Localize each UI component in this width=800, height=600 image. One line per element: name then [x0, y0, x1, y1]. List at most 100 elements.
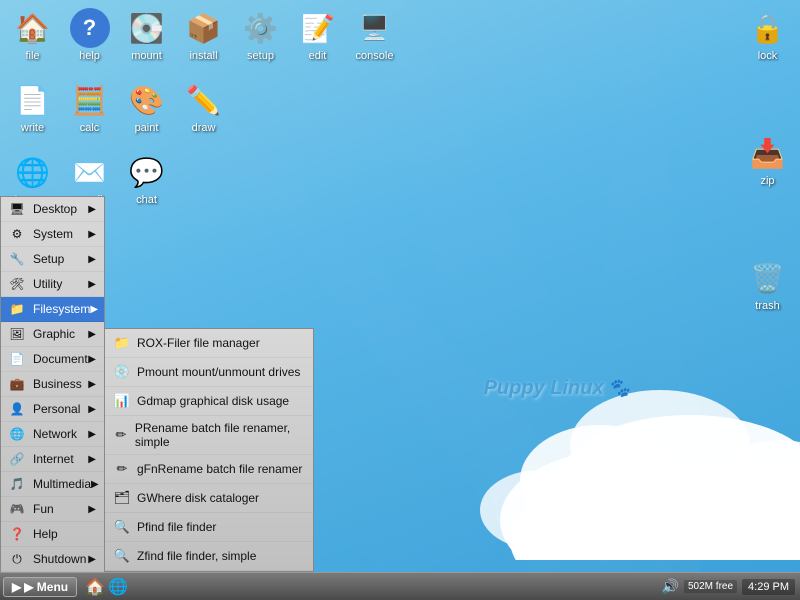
- console-label: console: [356, 50, 394, 62]
- menu-item-desktop[interactable]: 🖥 Desktop ▶: [1, 197, 104, 222]
- submenu-prename[interactable]: ✏ PRename batch file renamer, simple: [105, 416, 313, 455]
- shutdown-menu-icon: ⏻: [9, 551, 25, 567]
- icon-chat[interactable]: 💬 chat: [119, 149, 174, 209]
- desktop-arrow-icon: ▶: [88, 204, 96, 215]
- start-menu-label: ▶ Menu: [24, 580, 68, 594]
- icon-help[interactable]: ? help: [62, 5, 117, 65]
- submenu-gwhere[interactable]: 🗂 GWhere disk cataloger: [105, 484, 313, 513]
- submenu-rox-filer[interactable]: 📁 ROX-Filer file manager: [105, 329, 313, 358]
- draw-label: draw: [192, 122, 216, 134]
- menu-item-network[interactable]: 🌐 Network ▶: [1, 422, 104, 447]
- email-icon: ✉️: [70, 152, 110, 192]
- internet-menu-label: Internet: [33, 452, 74, 466]
- menu-item-internet[interactable]: 🔗 Internet ▶: [1, 447, 104, 472]
- right-icon-panel: 🔒 lock 📥 zip 🗑️ trash: [735, 0, 800, 320]
- puppy-linux-logo: Puppy Linux 🐾: [484, 377, 630, 400]
- pmount-label: Pmount mount/unmount drives: [137, 365, 300, 379]
- gwhere-label: GWhere disk cataloger: [137, 491, 259, 505]
- menu-item-business[interactable]: 💼 Business ▶: [1, 372, 104, 397]
- icon-console[interactable]: 🖥️ console: [347, 5, 402, 65]
- menu-item-setup[interactable]: 🔧 Setup ▶: [1, 247, 104, 272]
- help-menu-label: Help: [33, 527, 58, 541]
- system-clock: 4:29 PM: [742, 579, 795, 595]
- clouds: [340, 280, 800, 560]
- menu-item-personal[interactable]: 👤 Personal ▶: [1, 397, 104, 422]
- edit-icon: 📝: [298, 8, 338, 48]
- zfind-label: Zfind file finder, simple: [137, 549, 256, 563]
- menu-item-graphic[interactable]: 🖼 Graphic ▶: [1, 322, 104, 347]
- submenu-gfnrename[interactable]: ✏ gFnRename batch file renamer: [105, 455, 313, 484]
- menu-item-multimedia[interactable]: 🎵 Multimedia ▶: [1, 472, 104, 497]
- internet-menu-icon: 🔗: [9, 451, 25, 467]
- fun-menu-label: Fun: [33, 502, 54, 516]
- menu-item-help[interactable]: ❓ Help: [1, 522, 104, 547]
- icon-setup[interactable]: ⚙️ setup: [233, 5, 288, 65]
- menu-item-utility[interactable]: 🛠 Utility ▶: [1, 272, 104, 297]
- multimedia-menu-label: Multimedia: [33, 477, 91, 491]
- start-menu-button[interactable]: ▶ ▶ Menu: [3, 577, 77, 597]
- submenu-gdmap[interactable]: 📊 Gdmap graphical disk usage: [105, 387, 313, 416]
- menu-item-system[interactable]: ⚙ System ▶: [1, 222, 104, 247]
- icon-install[interactable]: 📦 install: [176, 5, 231, 65]
- business-menu-icon: 💼: [9, 376, 25, 392]
- taskbar-file-icon[interactable]: 🏠: [85, 577, 105, 597]
- icon-calc[interactable]: 🧮 calc: [62, 77, 117, 137]
- utility-arrow-icon: ▶: [88, 279, 96, 290]
- icon-draw[interactable]: ✏️ draw: [176, 77, 231, 137]
- menu-item-shutdown[interactable]: ⏻ Shutdown ▶: [1, 547, 104, 572]
- icon-paint[interactable]: 🎨 paint: [119, 77, 174, 137]
- zfind-icon: 🔍: [113, 547, 131, 565]
- volume-icon[interactable]: 🔊: [662, 578, 679, 595]
- browse-icon: 🌐: [13, 152, 53, 192]
- menu-item-filesystem[interactable]: 📁 Filesystem ▶: [1, 297, 104, 322]
- network-menu-label: Network: [33, 427, 77, 441]
- pfind-label: Pfind file finder: [137, 520, 216, 534]
- fun-menu-icon: 🎮: [9, 501, 25, 517]
- icon-write[interactable]: 📄 write: [5, 77, 60, 137]
- submenu-pmount[interactable]: 💿 Pmount mount/unmount drives: [105, 358, 313, 387]
- business-menu-label: Business: [33, 377, 82, 391]
- prename-icon: ✏: [113, 426, 129, 444]
- file-icon: 🏠: [13, 8, 53, 48]
- install-icon: 📦: [184, 8, 224, 48]
- gfnrename-icon: ✏: [113, 460, 131, 478]
- write-icon: 📄: [13, 80, 53, 120]
- trash-icon: 🗑️: [748, 258, 788, 298]
- second-icon-row: 📄 write 🧮 calc 🎨 paint ✏️ draw: [0, 72, 236, 142]
- taskbar-quick-launch: 🏠 🌐: [85, 577, 128, 597]
- system-menu-icon: ⚙: [9, 226, 25, 242]
- setup-arrow-icon: ▶: [88, 254, 96, 265]
- menu-item-fun[interactable]: 🎮 Fun ▶: [1, 497, 104, 522]
- submenu-pfind[interactable]: 🔍 Pfind file finder: [105, 513, 313, 542]
- filesystem-menu-icon: 📁: [9, 301, 25, 317]
- icon-edit[interactable]: 📝 edit: [290, 5, 345, 65]
- icon-trash[interactable]: 🗑️ trash: [740, 255, 795, 315]
- document-arrow-icon: ▶: [88, 354, 96, 365]
- lock-icon: 🔒: [748, 8, 788, 48]
- setup-icon: ⚙️: [241, 8, 281, 48]
- setup-menu-label: Setup: [33, 252, 64, 266]
- business-arrow-icon: ▶: [88, 379, 96, 390]
- submenu-zfind[interactable]: 🔍 Zfind file finder, simple: [105, 542, 313, 571]
- graphic-menu-icon: 🖼: [9, 326, 25, 342]
- personal-arrow-icon: ▶: [88, 404, 96, 415]
- multimedia-arrow-icon: ▶: [91, 479, 99, 490]
- pmount-icon: 💿: [113, 363, 131, 381]
- taskbar-browse-icon[interactable]: 🌐: [108, 577, 128, 597]
- memory-label: 502M free: [688, 581, 733, 592]
- icon-lock[interactable]: 🔒 lock: [740, 5, 795, 65]
- icon-mount[interactable]: 💽 mount: [119, 5, 174, 65]
- gdmap-icon: 📊: [113, 392, 131, 410]
- internet-arrow-icon: ▶: [88, 454, 96, 465]
- filesystem-menu-label: Filesystem: [33, 302, 90, 316]
- icon-file[interactable]: 🏠 file: [5, 5, 60, 65]
- network-menu-icon: 🌐: [9, 426, 25, 442]
- gfnrename-label: gFnRename batch file renamer: [137, 462, 302, 476]
- clock-display: 4:29 PM: [748, 581, 789, 593]
- menu-item-document[interactable]: 📄 Document ▶: [1, 347, 104, 372]
- lock-label: lock: [758, 50, 778, 62]
- write-label: write: [21, 122, 44, 134]
- icon-zip[interactable]: 📥 zip: [740, 130, 795, 190]
- filesystem-arrow-icon: ▶: [90, 304, 98, 315]
- prename-label: PRename batch file renamer, simple: [135, 421, 305, 449]
